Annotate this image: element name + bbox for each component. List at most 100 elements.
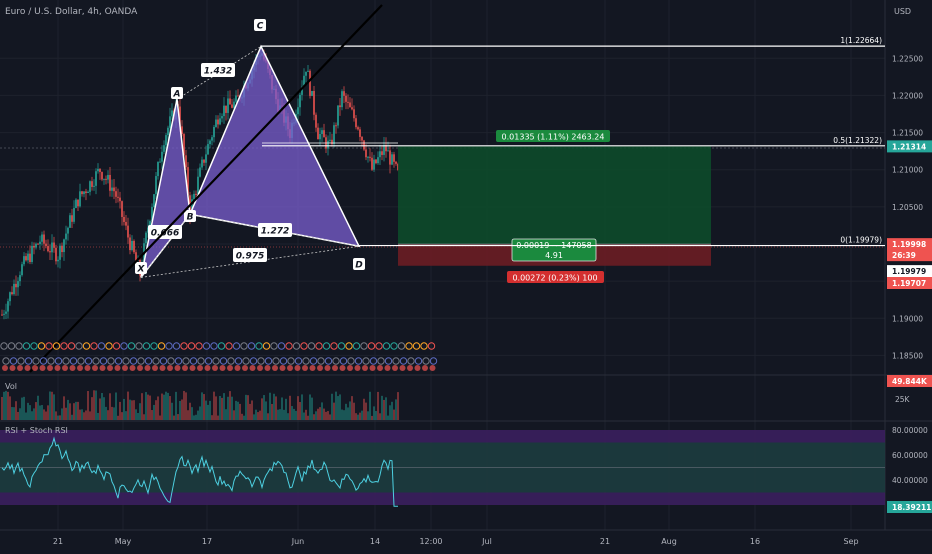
candle-body (351, 107, 353, 110)
candle-body (395, 161, 397, 164)
event-marker (309, 365, 316, 371)
volume-bar (143, 414, 145, 420)
candle-body (237, 95, 239, 97)
candle-body (79, 191, 81, 207)
volume-last-value: 49.844K (892, 377, 928, 386)
event-marker (77, 365, 83, 371)
candle-body (169, 116, 171, 128)
candle-body (203, 159, 205, 163)
volume-bar (253, 414, 255, 420)
candle-body (307, 70, 309, 72)
candle-body (125, 221, 127, 226)
volume-bar (111, 406, 113, 420)
event-marker (242, 365, 248, 371)
volume-bar (59, 415, 61, 420)
price-tick: 1.19000 (892, 314, 923, 323)
candle-body (367, 156, 369, 158)
volume-bar (121, 412, 123, 420)
candle-body (171, 110, 173, 117)
event-marker (69, 365, 76, 371)
volume-bar (131, 400, 133, 420)
position-tool[interactable]: 0.01335 (1.11%) 2463.240.00019 ~ 1470584… (398, 130, 711, 283)
event-marker (384, 365, 391, 371)
volume-bar (235, 400, 237, 420)
event-marker (99, 365, 106, 371)
candle-body (227, 98, 229, 113)
event-marker (152, 365, 158, 371)
candle-body (349, 102, 351, 108)
volume-bar (37, 395, 39, 420)
event-marker (362, 365, 368, 371)
candle-body (199, 167, 201, 177)
candle-body (123, 216, 125, 222)
volume-bar (69, 403, 71, 420)
rsi-tick: 40.00000 (892, 476, 928, 485)
candle-body (231, 104, 233, 108)
profit-zone[interactable] (398, 146, 711, 245)
candle-body (339, 105, 341, 108)
volume-bar (203, 394, 205, 420)
candle-body (73, 207, 75, 222)
volume-bar (221, 397, 223, 420)
volume-bar (191, 407, 193, 420)
volume-bar (377, 391, 379, 420)
candle-body (223, 105, 225, 117)
volume-bar (325, 411, 327, 420)
volume-bar (387, 415, 389, 420)
chart-stage[interactable]: 0.01335 (1.11%) 2463.24 0.00019 ~ 147058 4… (0, 0, 932, 550)
volume-bar (373, 406, 375, 420)
volume-bar (167, 392, 169, 420)
volume-bar (271, 403, 273, 420)
volume-bar (249, 403, 251, 420)
volume-bar (153, 404, 155, 420)
volume-bar (315, 411, 317, 420)
candle-body (107, 174, 109, 180)
candle-body (41, 234, 43, 242)
candle-body (219, 118, 221, 125)
candle-body (131, 240, 133, 251)
candle-body (103, 178, 105, 180)
candle-body (49, 251, 51, 253)
volume-bar (149, 395, 151, 420)
chart-svg[interactable]: 0.01335 (1.11%) 2463.240.00019 ~ 1470584… (0, 0, 932, 550)
candle-body (201, 159, 203, 168)
volume-bar (211, 415, 213, 420)
volume-bar (285, 398, 287, 420)
rsi-upper-band (0, 430, 885, 443)
time-tick: Aug (661, 537, 677, 546)
candle-body (393, 154, 395, 162)
volume-bar (57, 415, 59, 420)
volume-bar (209, 400, 211, 420)
volume-bar (169, 396, 171, 420)
candle-body (233, 101, 235, 108)
event-marker (287, 365, 293, 371)
volume-bar (319, 407, 321, 420)
candle-body (35, 243, 37, 248)
candle-body (355, 118, 357, 128)
candle-body (157, 162, 159, 177)
event-marker (2, 365, 8, 371)
volume-bar (323, 408, 325, 420)
candle-body (347, 101, 349, 103)
price-tag: 1.21314 (892, 142, 926, 151)
event-marker (219, 365, 226, 371)
event-marker (24, 365, 31, 371)
event-marker (272, 365, 278, 371)
candle-body (369, 156, 371, 158)
event-marker (62, 365, 68, 371)
volume-bar (305, 409, 307, 420)
event-marker (317, 365, 323, 371)
volume-bar (379, 413, 381, 420)
volume-bar (265, 401, 267, 420)
candle-body (17, 281, 19, 288)
candle-body (45, 243, 47, 247)
volume-bar (125, 411, 127, 420)
volume-bar (301, 394, 303, 420)
volume-bar (385, 397, 387, 420)
event-marker (17, 365, 23, 371)
price-tick: 1.21000 (892, 166, 923, 175)
event-marker (249, 365, 256, 371)
volume-bar (197, 410, 199, 420)
volume-bar (23, 396, 25, 420)
event-marker (129, 365, 136, 371)
